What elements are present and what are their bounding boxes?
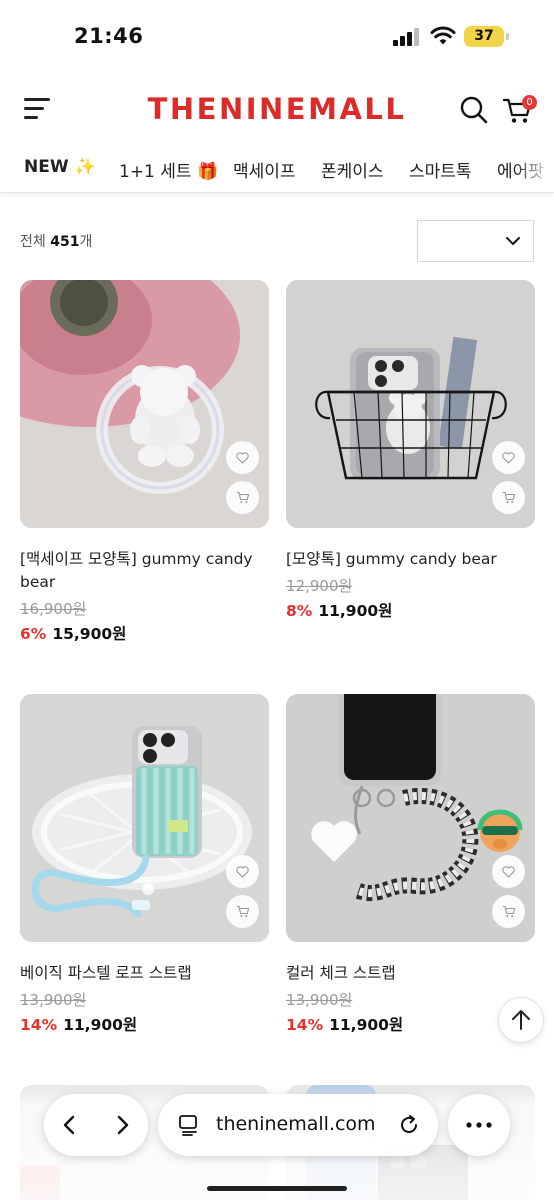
count-prefix: 전체	[20, 234, 46, 250]
add-to-cart-button[interactable]	[226, 481, 259, 514]
reload-icon[interactable]	[398, 1114, 420, 1136]
cart-count-badge: 0	[522, 95, 537, 110]
product-name[interactable]: [모양톡] gummy candy bear	[286, 548, 535, 571]
product-image[interactable]	[20, 280, 269, 528]
category-nav: NEW ✨ 1+1 세트 🎁 맥세이프 폰케이스 스마트톡 에어팟	[0, 145, 554, 193]
add-to-cart-button[interactable]	[492, 481, 525, 514]
chevron-down-icon	[506, 237, 520, 245]
original-price: 12,900원	[286, 577, 353, 595]
heart-icon	[236, 865, 249, 878]
reader-mode-icon[interactable]	[178, 1114, 200, 1136]
cellular-signal-icon	[393, 28, 419, 46]
wishlist-button[interactable]	[492, 441, 525, 474]
scroll-to-top-button[interactable]	[498, 997, 544, 1043]
product-card[interactable]: 베이직 파스텔 로프 스트랩 13,900원 14% 11,900원	[20, 694, 269, 1035]
battery-indicator: 37	[464, 26, 509, 47]
category-tab-new[interactable]: NEW ✨	[24, 157, 96, 177]
category-tab-phone-case[interactable]: 폰케이스	[321, 157, 384, 182]
product-name[interactable]: 컬러 체크 스트랩	[286, 962, 535, 985]
count-value: 451	[50, 234, 80, 250]
cart-icon	[236, 491, 249, 503]
nav-fade	[514, 145, 554, 192]
heart-icon	[236, 451, 249, 464]
browser-nav-buttons	[44, 1094, 148, 1156]
category-tab-magsafe[interactable]: 맥세이프	[233, 157, 296, 182]
site-header: THENINEMALL	[0, 80, 554, 140]
more-button[interactable]	[448, 1094, 510, 1156]
category-tab-smart-tok[interactable]: 스마트톡	[409, 157, 472, 182]
cart-icon	[502, 905, 515, 917]
sale-price: 11,900원	[63, 1016, 138, 1034]
cart-icon	[236, 905, 249, 917]
cart-icon	[502, 491, 515, 503]
sale-price-row: 14% 11,900원	[20, 1013, 269, 1035]
discount-rate: 14%	[286, 1016, 324, 1034]
sale-price: 15,900원	[52, 625, 127, 643]
status-bar: 21:46 37	[0, 0, 554, 72]
heart-icon	[502, 451, 515, 464]
discount-rate: 6%	[20, 625, 47, 643]
discount-rate: 8%	[286, 602, 313, 620]
forward-icon[interactable]	[110, 1113, 134, 1137]
sort-select[interactable]	[417, 220, 534, 262]
address-bar[interactable]: theninemall.com	[158, 1094, 438, 1156]
product-image[interactable]	[20, 694, 269, 942]
add-to-cart-button[interactable]	[492, 895, 525, 928]
url-text[interactable]: theninemall.com	[216, 1113, 376, 1135]
ellipsis-icon	[466, 1122, 492, 1128]
sale-price: 11,900원	[329, 1016, 404, 1034]
wishlist-button[interactable]	[226, 855, 259, 888]
category-tab-bundle[interactable]: 1+1 세트 🎁	[119, 157, 218, 182]
sale-price-row: 6% 15,900원	[20, 622, 269, 644]
wishlist-button[interactable]	[226, 441, 259, 474]
product-name[interactable]: 베이직 파스텔 로프 스트랩	[20, 962, 269, 985]
add-to-cart-button[interactable]	[226, 895, 259, 928]
count-suffix: 개	[79, 234, 93, 250]
product-image[interactable]	[286, 694, 535, 942]
original-price: 16,900원	[20, 600, 87, 618]
search-icon[interactable]	[459, 95, 489, 125]
original-price: 13,900원	[286, 991, 353, 1009]
wishlist-button[interactable]	[492, 855, 525, 888]
arrow-up-icon	[512, 1010, 530, 1030]
product-count: 전체 451개	[20, 231, 92, 251]
original-price: 13,900원	[20, 991, 87, 1009]
product-image[interactable]	[286, 280, 535, 528]
wifi-icon	[430, 26, 456, 45]
product-card[interactable]: 컬러 체크 스트랩 13,900원 14% 11,900원	[286, 694, 535, 1035]
product-card[interactable]: [모양톡] gummy candy bear 12,900원 8% 11,900원	[286, 280, 535, 621]
status-time: 21:46	[74, 24, 144, 48]
heart-icon	[502, 865, 515, 878]
back-icon[interactable]	[58, 1113, 82, 1137]
product-name[interactable]: [맥세이프 모양톡] gummy candy bear	[20, 548, 269, 594]
home-indicator	[207, 1186, 347, 1191]
sale-price-row: 8% 11,900원	[286, 599, 535, 621]
sale-price: 11,900원	[318, 602, 393, 620]
product-card[interactable]: [맥세이프 모양톡] gummy candy bear 16,900원 6% 15…	[20, 280, 269, 644]
discount-rate: 14%	[20, 1016, 58, 1034]
